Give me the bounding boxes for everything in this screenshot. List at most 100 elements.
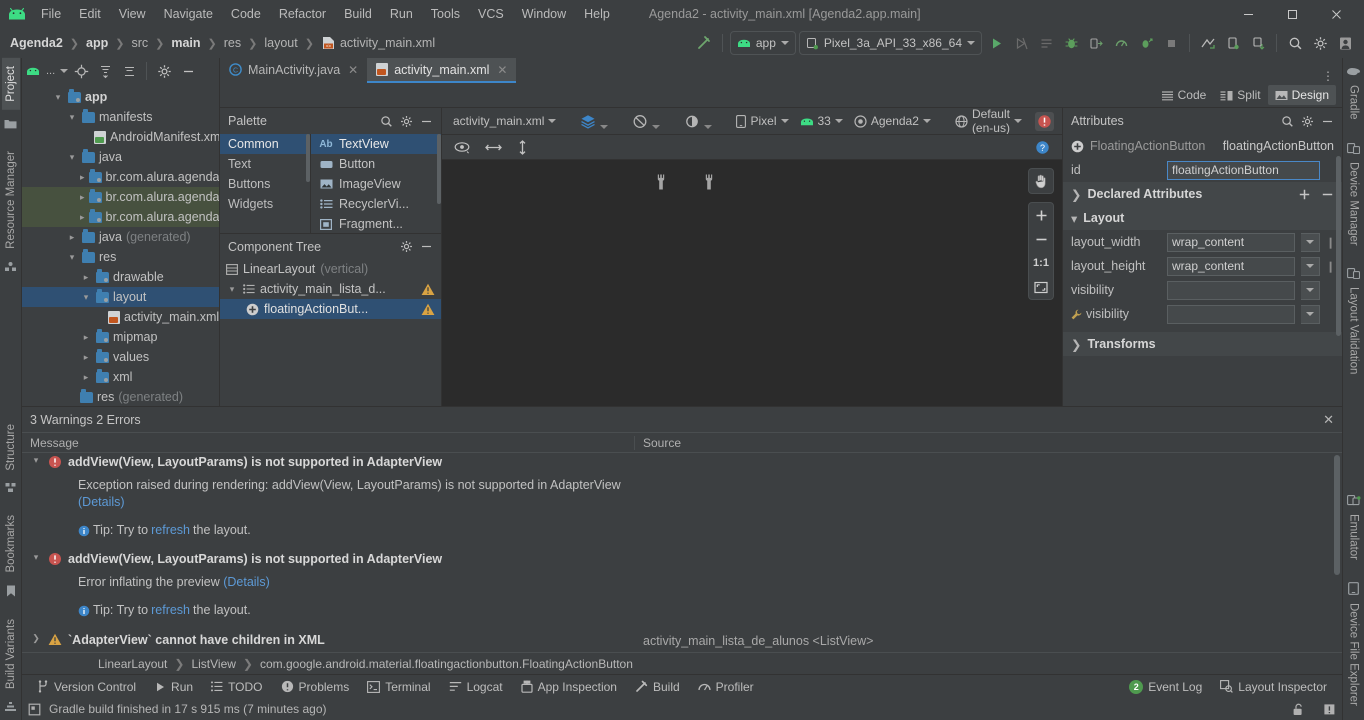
tab-mainactivity-java[interactable]: C MainActivity.java ✕ bbox=[220, 58, 367, 83]
chevron-right-icon[interactable]: ▸ bbox=[80, 352, 92, 363]
mode-split[interactable]: Split bbox=[1213, 85, 1267, 105]
problem-row[interactable]: ▾ addView(View, LayoutParams) is not sup… bbox=[22, 453, 1342, 474]
layout-width-dropdown[interactable] bbox=[1301, 232, 1320, 252]
build-hammer-icon[interactable] bbox=[693, 32, 715, 54]
profiler-icon[interactable] bbox=[1110, 32, 1132, 54]
zoom-actual-button[interactable]: 1:1 bbox=[1029, 251, 1053, 275]
chevron-down-icon[interactable]: ▾ bbox=[80, 292, 92, 303]
menu-run[interactable]: Run bbox=[381, 4, 422, 24]
vertical-align-icon[interactable] bbox=[516, 139, 529, 155]
chevron-right-icon[interactable]: ❯ bbox=[1071, 187, 1081, 202]
api-selector[interactable]: 33 bbox=[797, 113, 846, 129]
locale-selector[interactable]: Default (en-us) bbox=[952, 106, 1025, 136]
palette-category-widgets[interactable]: Widgets bbox=[220, 194, 310, 214]
android-view-selector[interactable]: ... bbox=[26, 60, 69, 82]
minimize-button[interactable] bbox=[1226, 0, 1270, 28]
module-selector[interactable]: app bbox=[729, 31, 796, 55]
section-layout[interactable]: ▾ Layout bbox=[1063, 206, 1342, 230]
component-node-fab[interactable]: floatingActionBut... bbox=[220, 299, 441, 319]
problems-list[interactable]: ▾ addView(View, LayoutParams) is not sup… bbox=[22, 453, 1342, 652]
menu-tools[interactable]: Tools bbox=[422, 4, 469, 24]
search-icon[interactable] bbox=[1281, 115, 1294, 128]
sidebar-item-project[interactable]: Project bbox=[1, 58, 20, 110]
menu-file[interactable]: File bbox=[32, 4, 70, 24]
refresh-link[interactable]: refresh bbox=[151, 602, 190, 619]
tree-row-package-1[interactable]: ▸ br.com.alura.agenda2 bbox=[22, 167, 219, 187]
settings-gear-icon[interactable] bbox=[153, 60, 175, 82]
refresh-link[interactable]: refresh bbox=[151, 522, 190, 539]
horizontal-align-icon[interactable] bbox=[485, 141, 502, 154]
color-blind-icon[interactable] bbox=[681, 113, 715, 130]
tree-row-java[interactable]: ▾ java bbox=[22, 147, 219, 167]
chevron-down-icon[interactable]: ▾ bbox=[30, 552, 42, 563]
chevron-right-icon[interactable]: ▸ bbox=[80, 332, 92, 343]
tree-row-res-generated[interactable]: res (generated) bbox=[22, 387, 219, 406]
visibility-field[interactable] bbox=[1167, 280, 1295, 300]
close-button[interactable] bbox=[1314, 0, 1358, 28]
component-node-linearlayout[interactable]: LinearLayout (vertical) bbox=[220, 259, 441, 279]
tool-todo[interactable]: TODO bbox=[202, 678, 271, 696]
sidebar-item-build-variants[interactable]: Build Variants bbox=[2, 611, 20, 697]
tree-row-app[interactable]: ▾ app bbox=[22, 87, 219, 107]
settings-gear-icon[interactable] bbox=[1301, 115, 1314, 128]
theme-selector[interactable]: Agenda2 bbox=[851, 113, 934, 129]
lock-open-icon[interactable] bbox=[1292, 703, 1305, 716]
palette-item-imageview[interactable]: ImageView bbox=[311, 174, 441, 194]
layers-icon[interactable] bbox=[577, 113, 611, 130]
chevron-right-icon[interactable]: ▸ bbox=[80, 192, 85, 203]
palette-item-recyclerview[interactable]: RecyclerVi... bbox=[311, 194, 441, 214]
chevron-right-icon[interactable]: ▸ bbox=[80, 272, 92, 283]
tree-row-drawable[interactable]: ▸ drawable bbox=[22, 267, 219, 287]
tree-row-manifests[interactable]: ▾ manifests bbox=[22, 107, 219, 127]
more-options-icon[interactable]: ⋮ bbox=[1322, 69, 1336, 83]
hide-icon[interactable] bbox=[1321, 115, 1334, 128]
menu-vcs[interactable]: VCS bbox=[469, 4, 513, 24]
breadcrumb-fab[interactable]: com.google.android.material.floatingacti… bbox=[260, 657, 633, 671]
chevron-right-icon[interactable]: ❯ bbox=[30, 633, 42, 644]
chevron-down-icon[interactable]: ▾ bbox=[66, 152, 78, 163]
tools-visibility-field[interactable] bbox=[1167, 304, 1295, 324]
details-link[interactable]: (Details) bbox=[78, 495, 125, 509]
breadcrumb-listview[interactable]: ListView bbox=[191, 657, 235, 671]
palette-item-textview[interactable]: Ab TextView bbox=[311, 134, 441, 154]
zoom-fit-icon[interactable] bbox=[1029, 275, 1053, 299]
tree-row-package-2[interactable]: ▸ br.com.alura.agenda2 bbox=[22, 187, 219, 207]
chevron-right-icon[interactable]: ▸ bbox=[66, 232, 78, 243]
collapse-all-icon[interactable] bbox=[118, 60, 140, 82]
chevron-down-icon[interactable]: ▾ bbox=[30, 455, 42, 466]
run-icon[interactable] bbox=[985, 32, 1007, 54]
problem-row[interactable]: ❯ `AdapterView` cannot have children in … bbox=[22, 631, 1342, 652]
tool-event-log[interactable]: 2 Event Log bbox=[1120, 678, 1211, 696]
pin-icon[interactable]: ❙ bbox=[1326, 260, 1335, 273]
palette-items[interactable]: Ab TextView Button ImageView RecyclerVi.… bbox=[310, 134, 441, 233]
avatar-icon[interactable] bbox=[1334, 32, 1356, 54]
breadcrumb-layout[interactable]: layout bbox=[262, 35, 299, 51]
sdk-manager-icon[interactable] bbox=[1247, 32, 1269, 54]
menu-build[interactable]: Build bbox=[335, 4, 381, 24]
tree-row-layout[interactable]: ▾ layout bbox=[22, 287, 219, 307]
settings-gear-icon[interactable] bbox=[1309, 32, 1331, 54]
close-icon[interactable]: ✕ bbox=[497, 63, 507, 77]
search-icon[interactable] bbox=[380, 115, 393, 128]
tree-row-package-3[interactable]: ▸ br.com.alura.agenda2 bbox=[22, 207, 219, 227]
tool-logcat[interactable]: Logcat bbox=[440, 678, 512, 696]
component-tree-body[interactable]: LinearLayout (vertical) ▾ activity_main_… bbox=[220, 259, 441, 406]
layout-width-field[interactable]: wrap_content bbox=[1167, 232, 1295, 252]
tool-run[interactable]: Run bbox=[145, 678, 202, 696]
palette-category-text[interactable]: Text bbox=[220, 154, 310, 174]
palette-category-common[interactable]: Common bbox=[220, 134, 310, 154]
tab-activity-main-xml[interactable]: activity_main.xml ✕ bbox=[367, 58, 517, 83]
mode-design[interactable]: Design bbox=[1267, 85, 1336, 105]
component-node-listview[interactable]: ▾ activity_main_lista_d... bbox=[220, 279, 441, 299]
visibility-dropdown[interactable] bbox=[1301, 280, 1320, 300]
breadcrumb-activity-main-xml[interactable]: activity_main.xml bbox=[338, 35, 437, 51]
settings-gear-icon[interactable] bbox=[400, 115, 413, 128]
breadcrumb-agenda2[interactable]: Agenda2 bbox=[8, 35, 65, 51]
remove-attribute-icon[interactable] bbox=[1321, 188, 1334, 201]
tool-profiler[interactable]: Profiler bbox=[689, 678, 763, 696]
tool-terminal[interactable]: Terminal bbox=[358, 678, 439, 696]
sidebar-item-structure[interactable]: Structure bbox=[2, 416, 20, 479]
sidebar-item-bookmarks[interactable]: Bookmarks bbox=[2, 507, 20, 581]
palette-categories[interactable]: Common Text Buttons Widgets bbox=[220, 134, 310, 233]
expand-all-icon[interactable] bbox=[94, 60, 116, 82]
